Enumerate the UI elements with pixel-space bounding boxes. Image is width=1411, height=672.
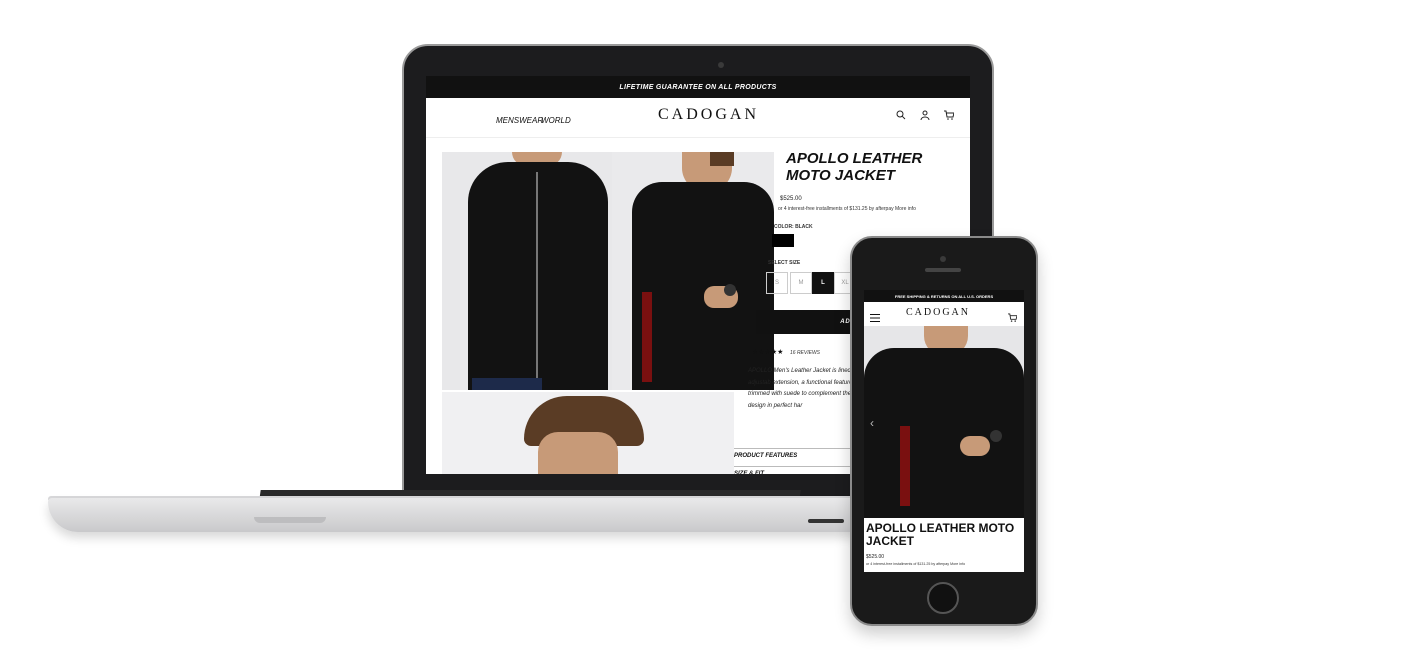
size-option-l[interactable]: L — [812, 272, 834, 294]
phone-home-button[interactable] — [927, 582, 959, 614]
product-price: $525.00 — [780, 196, 802, 202]
rating-stars: ★★★★★ — [752, 349, 784, 356]
afterpay-installments[interactable]: or 4 interest-free installments of $131.… — [778, 206, 968, 212]
phone-product-price: $525.00 — [866, 554, 885, 560]
phone-afterpay-installments[interactable]: or 4 interest-free installments of $131.… — [866, 562, 965, 566]
product-image-side[interactable] — [612, 152, 774, 390]
laptop-port — [808, 519, 844, 523]
color-swatch-black[interactable] — [772, 234, 794, 247]
laptop-camera — [718, 62, 724, 68]
hamburger-icon[interactable] — [870, 309, 880, 327]
phone-product-image[interactable]: ‹ — [864, 326, 1024, 518]
phone-speaker — [925, 268, 961, 272]
product-title: APOLLO LEATHER MOTO JACKET — [786, 150, 923, 184]
color-label: COLOR: BLACK — [774, 224, 813, 230]
phone-announcement-bar: FREE SHIPPING & RETURNS ON ALL U.S. ORDE… — [864, 290, 1024, 302]
site-logo[interactable]: CADOGAN — [658, 106, 759, 124]
search-icon[interactable] — [896, 110, 906, 122]
site-header: MENSWEAR WORLD CADOGAN — [426, 98, 970, 138]
phone-product-title: APOLLO LEATHER MOTO JACKET — [866, 521, 1015, 548]
size-label: SELECT SIZE — [768, 260, 801, 266]
nav-link-menswear[interactable]: MENSWEAR — [496, 116, 543, 125]
reviews-link[interactable]: 16 REVIEWS — [790, 350, 820, 356]
product-image-model[interactable] — [442, 392, 734, 474]
product-image-front[interactable] — [442, 152, 622, 390]
size-option-s[interactable]: S — [766, 272, 788, 294]
size-option-m[interactable]: M — [790, 272, 812, 294]
nav-link-world[interactable]: WORLD — [541, 116, 571, 125]
cart-icon[interactable] — [1008, 309, 1018, 327]
carousel-prev-icon[interactable]: ‹ — [870, 416, 874, 430]
phone-camera — [940, 256, 946, 262]
laptop-base — [48, 498, 968, 532]
phone-site-logo[interactable]: CADOGAN — [906, 307, 970, 318]
phone-screen: FREE SHIPPING & RETURNS ON ALL U.S. ORDE… — [864, 290, 1024, 572]
cart-icon[interactable] — [944, 110, 955, 122]
user-icon[interactable] — [920, 110, 930, 122]
announcement-bar: LIFETIME GUARANTEE ON ALL PRODUCTS — [426, 76, 970, 98]
laptop-notch — [254, 517, 326, 523]
